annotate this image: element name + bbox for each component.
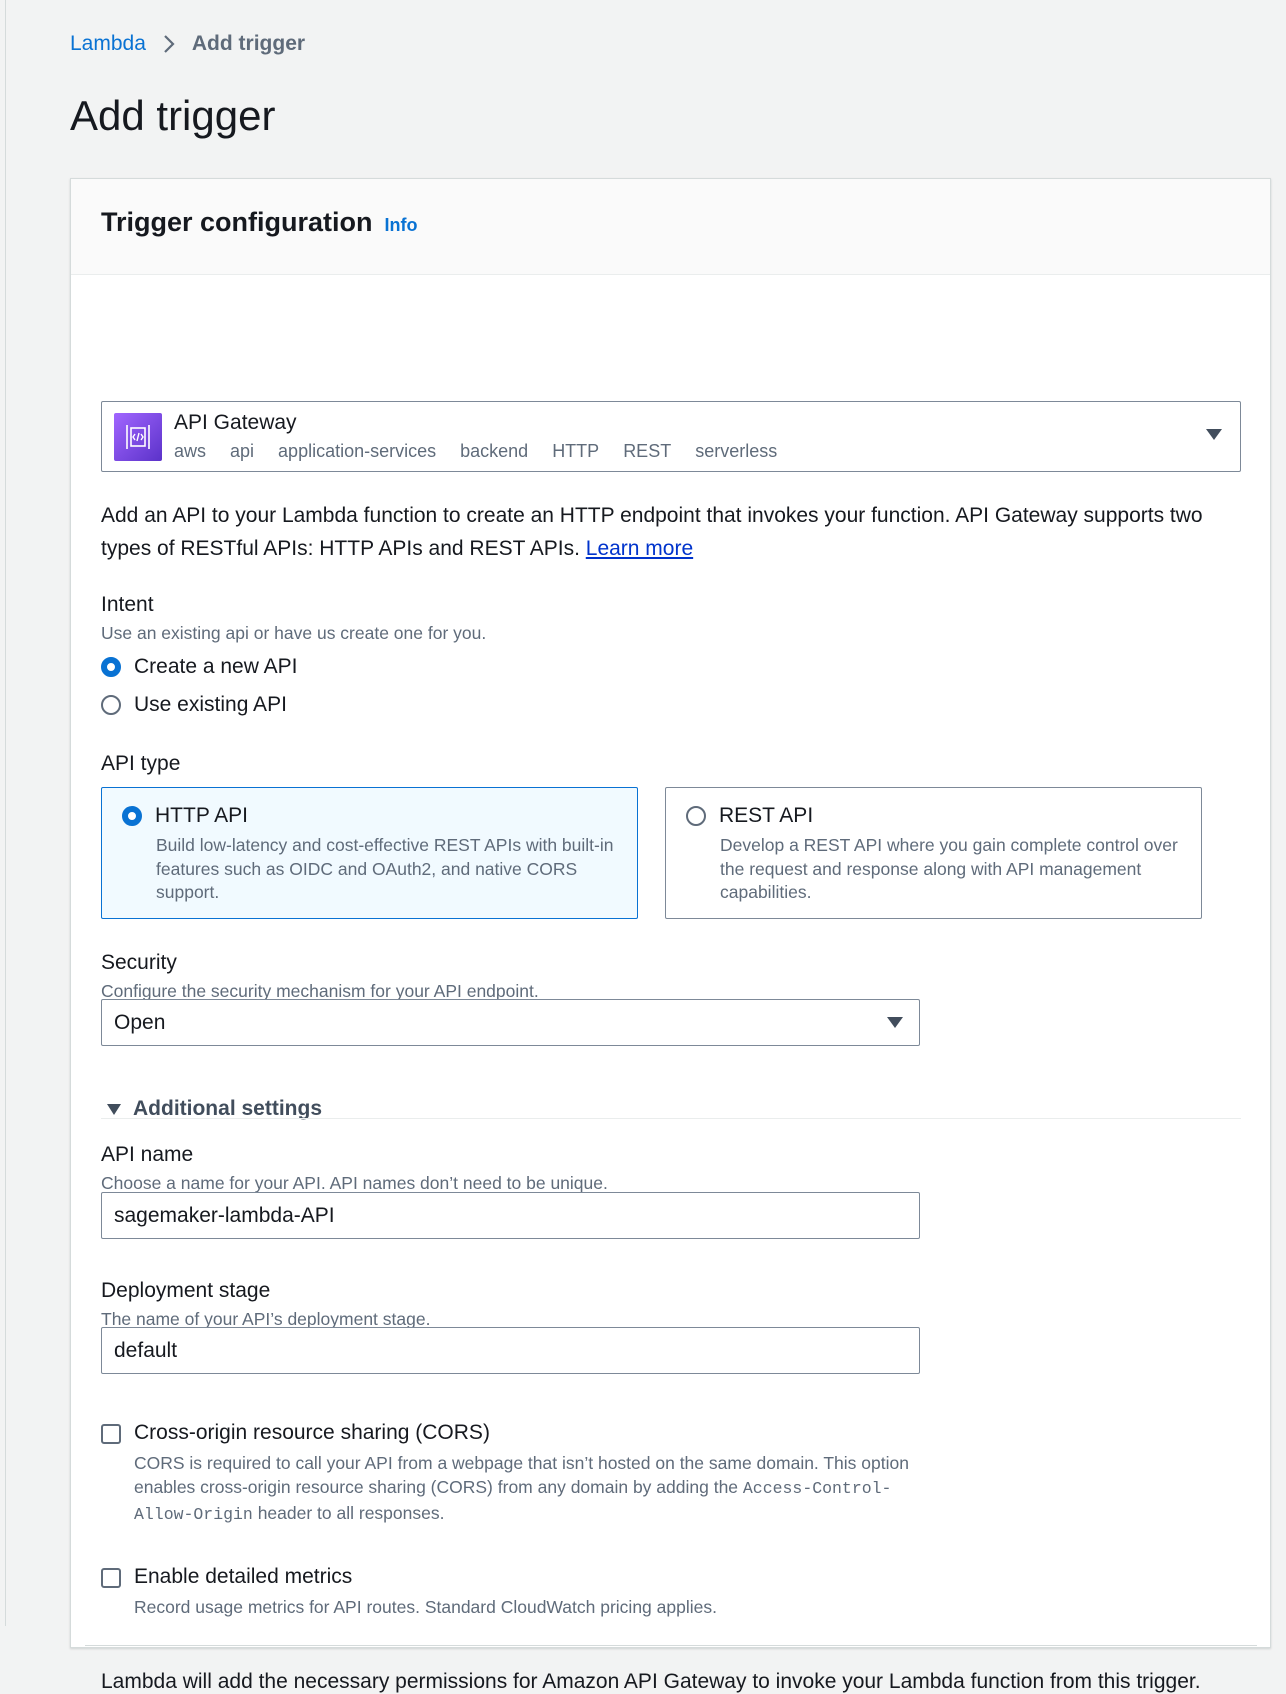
tag: backend	[460, 441, 529, 461]
trigger-source-select[interactable]: API Gateway aws api application-services…	[101, 401, 1241, 472]
tag: HTTP	[552, 441, 600, 461]
tile-title: HTTP API	[155, 804, 248, 827]
cors-description: CORS is required to call your API from a…	[134, 1451, 924, 1527]
api-name-description: Choose a name for your API. API names do…	[101, 1173, 608, 1193]
radio-button[interactable]	[686, 806, 706, 826]
api-name-input[interactable]	[101, 1192, 920, 1239]
radio-create-new-api[interactable]: Create a new API	[101, 655, 297, 679]
cors-text: Cross-origin resource sharing (CORS) COR…	[134, 1421, 924, 1527]
chevron-right-icon	[162, 33, 176, 55]
divider	[101, 1118, 1241, 1119]
api-name-label: API name	[101, 1143, 194, 1166]
info-link[interactable]: Info	[385, 215, 418, 236]
intent-label: Intent	[101, 593, 154, 616]
tag: REST	[623, 441, 672, 461]
security-select[interactable]: Open	[101, 999, 920, 1046]
radio-label: Use existing API	[134, 693, 287, 716]
panel-title: Trigger configuration	[101, 207, 373, 237]
radio-button-selected[interactable]	[122, 806, 142, 826]
trigger-configuration-panel: Trigger configuration Info API Gateway a…	[70, 178, 1271, 1693]
caret-down-icon	[1206, 429, 1222, 440]
deployment-stage-label: Deployment stage	[101, 1279, 271, 1302]
tag: api	[230, 441, 255, 461]
permissions-note: Lambda will add the necessary permission…	[101, 1670, 1201, 1693]
tile-http-api[interactable]: HTTP API Build low-latency and cost-effe…	[101, 787, 638, 919]
learn-more-link[interactable]: Learn more	[586, 537, 693, 560]
metrics-checkbox[interactable]	[101, 1568, 121, 1588]
cors-checkbox[interactable]	[101, 1424, 121, 1444]
trigger-source-tags: aws api application-services backend HTT…	[174, 441, 777, 462]
tag: application-services	[278, 441, 437, 461]
panel-header: Trigger configuration Info	[71, 179, 1270, 275]
tile-description: Build low-latency and cost-effective RES…	[156, 835, 614, 902]
deployment-stage-input[interactable]	[101, 1327, 920, 1374]
tile-head: HTTP API	[122, 804, 617, 828]
caret-down-icon	[107, 1103, 121, 1115]
tile-description: Develop a REST API where you gain comple…	[720, 835, 1178, 902]
trigger-source-name: API Gateway	[174, 411, 297, 434]
radio-use-existing-api[interactable]: Use existing API	[101, 693, 287, 717]
cors-description-text-end: header to all responses.	[252, 1503, 445, 1523]
tile-title: REST API	[719, 804, 814, 827]
breadcrumb: Lambda Add trigger	[70, 32, 305, 56]
breadcrumb-lambda-link[interactable]: Lambda	[70, 32, 146, 56]
caret-down-icon	[887, 1017, 903, 1028]
cors-option: Cross-origin resource sharing (CORS) COR…	[101, 1421, 924, 1527]
radio-button[interactable]	[101, 695, 121, 715]
page-title: Add trigger	[70, 92, 276, 139]
tile-head: REST API	[686, 804, 1181, 828]
tag: serverless	[695, 441, 778, 461]
metrics-option: Enable detailed metrics Record usage met…	[101, 1565, 924, 1619]
metrics-description: Record usage metrics for API routes. Sta…	[134, 1597, 717, 1617]
metrics-text: Enable detailed metrics Record usage met…	[134, 1565, 924, 1619]
radio-button-selected[interactable]	[101, 657, 121, 677]
tag: aws	[174, 441, 207, 461]
cors-label[interactable]: Cross-origin resource sharing (CORS)	[134, 1421, 924, 1445]
console-frame: Lambda Add trigger Add trigger Trigger c…	[5, 0, 1286, 1693]
api-gateway-icon	[114, 412, 162, 461]
divider	[85, 1645, 1257, 1646]
trigger-source-text: API Gateway aws api application-services…	[174, 411, 777, 462]
radio-label: Create a new API	[134, 655, 298, 678]
security-select-value: Open	[114, 1010, 166, 1034]
metrics-label[interactable]: Enable detailed metrics	[134, 1565, 924, 1589]
tile-rest-api[interactable]: REST API Develop a REST API where you ga…	[665, 787, 1202, 919]
api-type-label: API type	[101, 752, 181, 775]
intent-description: Use an existing api or have us create on…	[101, 623, 487, 643]
breadcrumb-current: Add trigger	[191, 32, 306, 55]
security-label: Security	[101, 951, 177, 974]
trigger-description: Add an API to your Lambda function to cr…	[101, 499, 1241, 565]
